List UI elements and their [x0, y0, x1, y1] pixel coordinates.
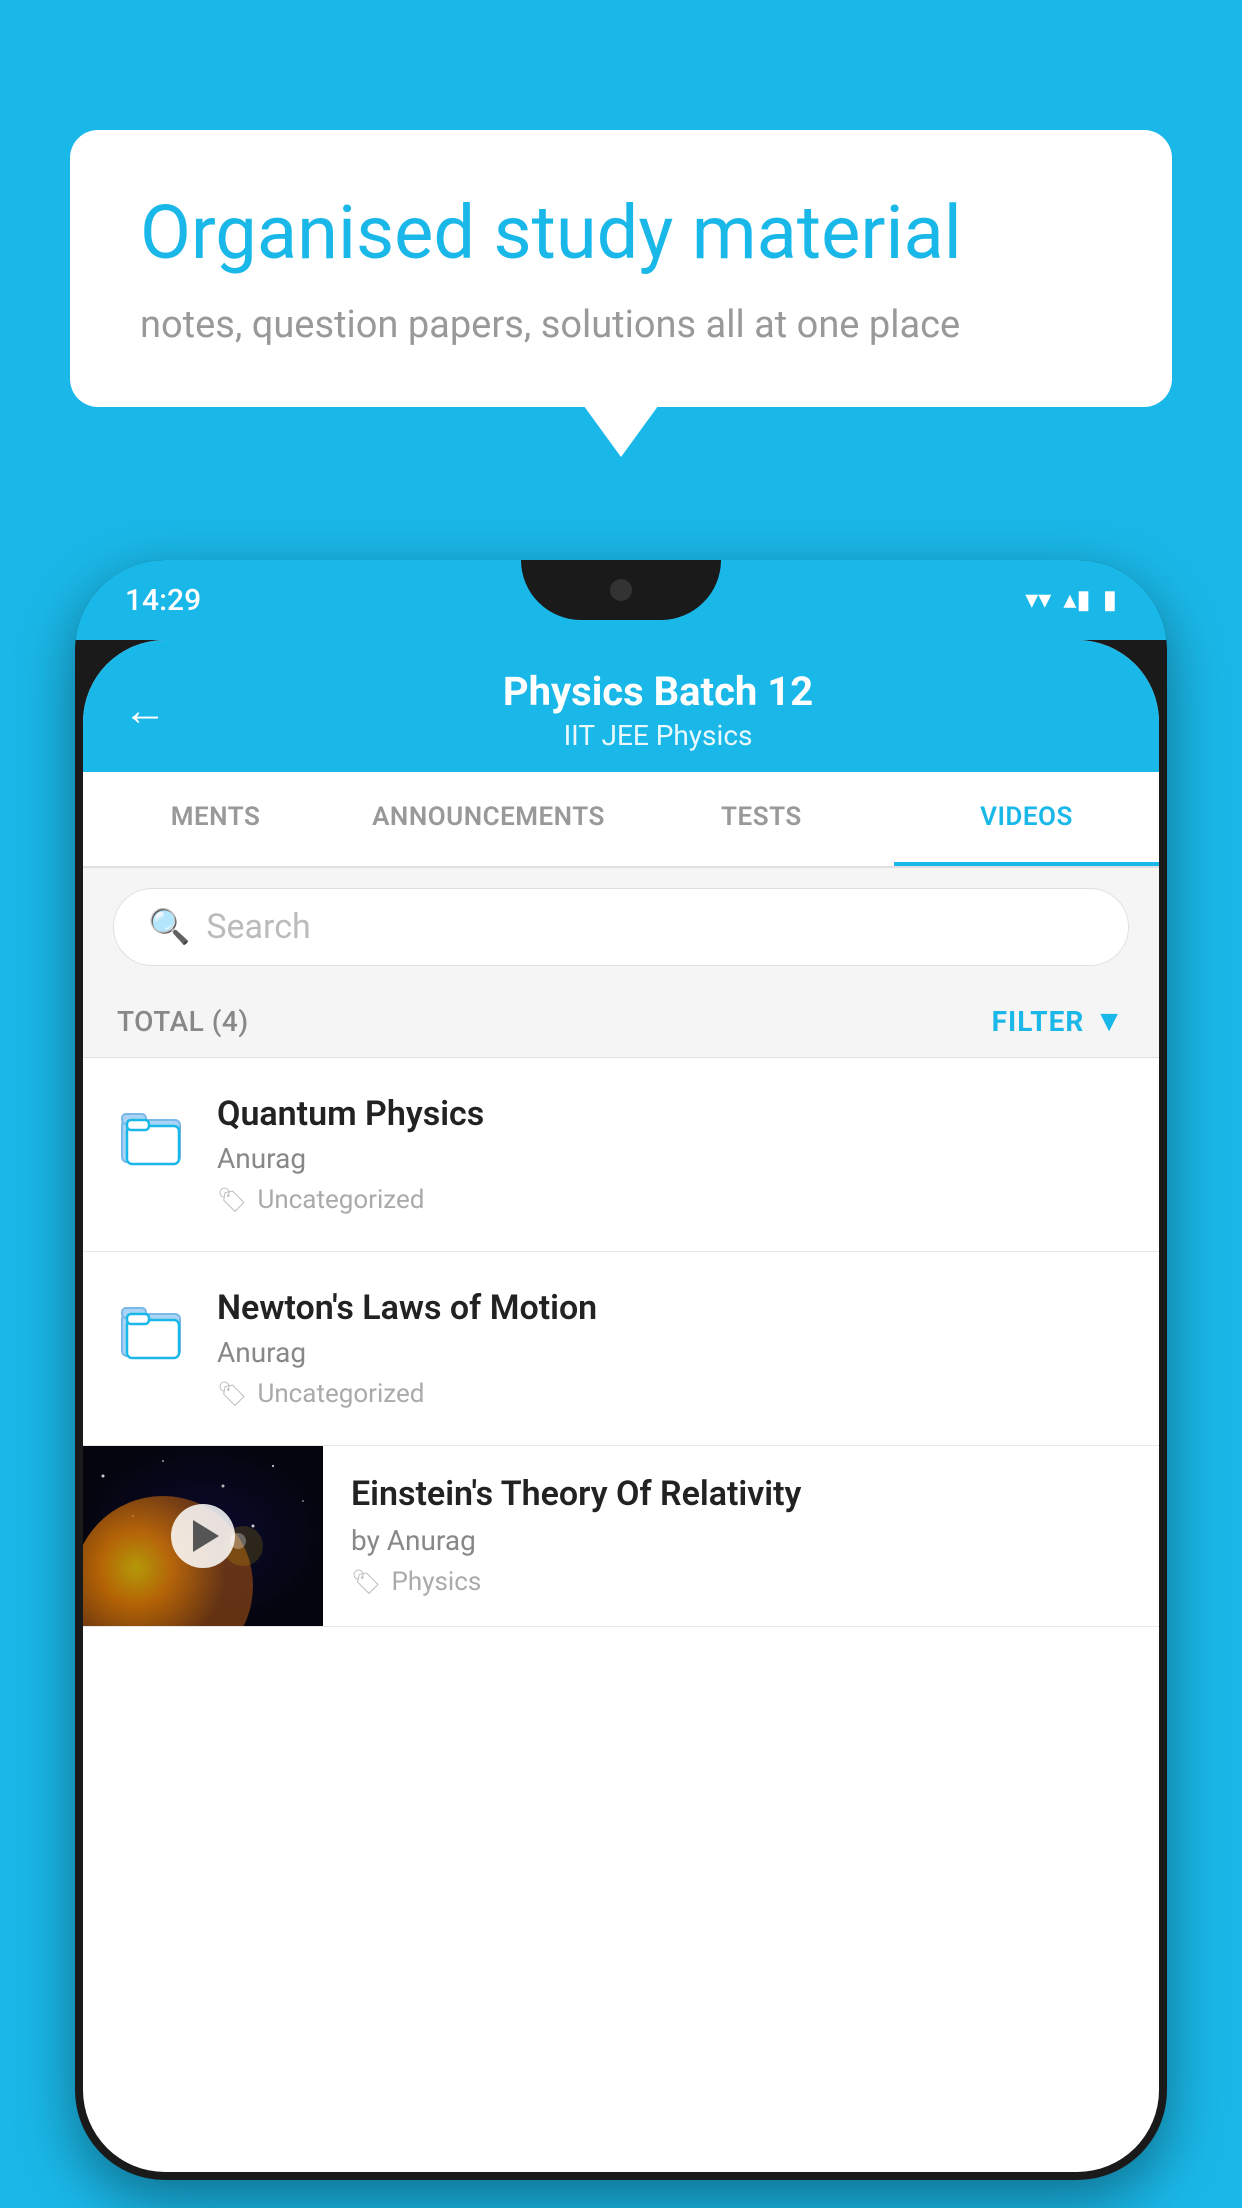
tag-label: Physics	[391, 1567, 481, 1597]
bubble-subtitle: notes, question papers, solutions all at…	[140, 303, 1102, 347]
item-title: Newton's Laws of Motion	[217, 1288, 1125, 1328]
item-author: by Anurag	[351, 1524, 1131, 1557]
tag-icon: 🏷	[351, 1568, 381, 1596]
status-icons: ▾▾ ▴▮ ▮	[1025, 585, 1117, 615]
search-bar[interactable]: 🔍 Search	[113, 888, 1129, 966]
tag-icon: 🏷	[217, 1186, 247, 1214]
search-container: 🔍 Search	[83, 868, 1159, 986]
item-author: Anurag	[217, 1336, 1125, 1369]
search-placeholder: Search	[206, 907, 310, 947]
tab-documents[interactable]: MENTS	[83, 772, 348, 866]
item-info: Newton's Laws of Motion Anurag 🏷 Uncateg…	[217, 1288, 1125, 1409]
tab-tests[interactable]: TESTS	[629, 772, 894, 866]
item-title: Einstein's Theory Of Relativity	[351, 1474, 1131, 1514]
item-tag: 🏷 Uncategorized	[217, 1185, 1125, 1215]
back-button[interactable]: ←	[123, 684, 167, 736]
filter-label: FILTER	[992, 1005, 1085, 1038]
header-title-area: Physics Batch 12 IIT JEE Physics	[197, 668, 1119, 752]
tab-bar: MENTS ANNOUNCEMENTS TESTS VIDEOS	[83, 772, 1159, 868]
status-time: 14:29	[125, 583, 201, 618]
list-item[interactable]: Newton's Laws of Motion Anurag 🏷 Uncateg…	[83, 1252, 1159, 1446]
item-title: Quantum Physics	[217, 1094, 1125, 1134]
search-icon: 🔍	[148, 907, 190, 947]
list-item[interactable]: Einstein's Theory Of Relativity by Anura…	[83, 1446, 1159, 1627]
filter-button[interactable]: FILTER ▼	[992, 1004, 1125, 1039]
tab-announcements[interactable]: ANNOUNCEMENTS	[348, 772, 629, 866]
bubble-title: Organised study material	[140, 190, 1102, 279]
item-tag: 🏷 Uncategorized	[217, 1379, 1125, 1409]
total-count: TOTAL (4)	[117, 1005, 249, 1038]
camera	[610, 579, 632, 601]
tag-label: Uncategorized	[257, 1379, 424, 1409]
video-thumbnail	[83, 1446, 323, 1626]
item-info: Einstein's Theory Of Relativity by Anura…	[323, 1446, 1159, 1625]
tag-icon: 🏷	[217, 1380, 247, 1408]
play-button[interactable]	[171, 1504, 235, 1568]
phone-notch	[521, 560, 721, 620]
screen-title: Physics Batch 12	[197, 668, 1119, 715]
folder-icon	[117, 1100, 187, 1174]
videos-list: Quantum Physics Anurag 🏷 Uncategorized	[83, 1058, 1159, 1627]
item-info: Quantum Physics Anurag 🏷 Uncategorized	[217, 1094, 1125, 1215]
speech-bubble-section: Organised study material notes, question…	[70, 130, 1172, 407]
tab-videos[interactable]: VIDEOS	[894, 772, 1159, 866]
list-item[interactable]: Quantum Physics Anurag 🏷 Uncategorized	[83, 1058, 1159, 1252]
filter-icon: ▼	[1094, 1004, 1125, 1039]
status-bar: 14:29 ▾▾ ▴▮ ▮	[75, 560, 1167, 640]
signal-icon: ▴▮	[1063, 585, 1090, 615]
phone-device: 14:29 ▾▾ ▴▮ ▮ ← Physics Batch 12 IIT JEE…	[75, 560, 1167, 2208]
item-author: Anurag	[217, 1142, 1125, 1175]
screen-subtitle: IIT JEE Physics	[197, 719, 1119, 752]
item-tag: 🏷 Physics	[351, 1567, 1131, 1597]
phone-frame: 14:29 ▾▾ ▴▮ ▮ ← Physics Batch 12 IIT JEE…	[75, 560, 1167, 2180]
play-icon	[193, 1520, 219, 1552]
phone-screen: ← Physics Batch 12 IIT JEE Physics MENTS…	[83, 640, 1159, 2172]
battery-icon: ▮	[1103, 585, 1117, 615]
speech-bubble-card: Organised study material notes, question…	[70, 130, 1172, 407]
folder-icon	[117, 1294, 187, 1368]
tag-label: Uncategorized	[257, 1185, 424, 1215]
wifi-icon: ▾▾	[1025, 585, 1051, 615]
app-header: ← Physics Batch 12 IIT JEE Physics	[83, 640, 1159, 772]
filter-row: TOTAL (4) FILTER ▼	[83, 986, 1159, 1058]
